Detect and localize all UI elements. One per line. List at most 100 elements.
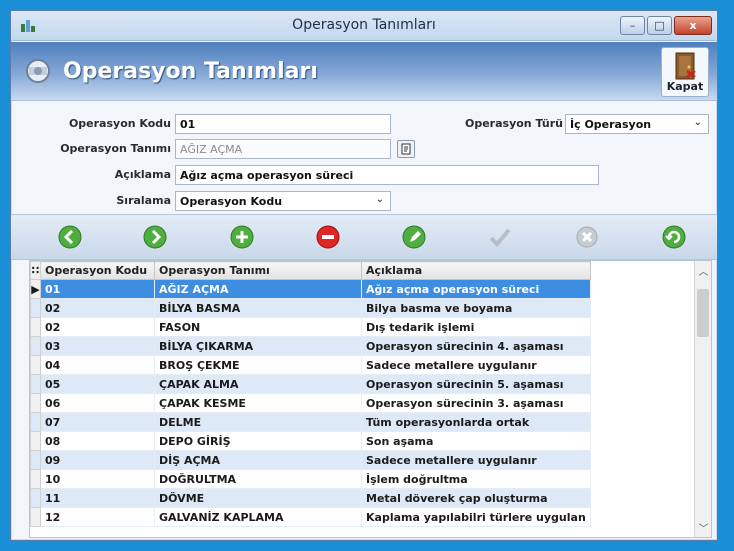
row-indicator[interactable] xyxy=(30,450,41,470)
cell-tanim[interactable]: ÇAPAK KESME xyxy=(154,393,362,413)
cell-aciklama[interactable]: Bilya basma ve boyama xyxy=(361,298,591,318)
cell-kod[interactable]: 01 xyxy=(40,279,155,299)
scroll-down-icon[interactable]: ﹀ xyxy=(695,520,711,535)
tur-select[interactable]: İç Operasyon ⌄ xyxy=(565,114,709,134)
row-indicator[interactable] xyxy=(30,393,41,413)
minimize-button[interactable]: – xyxy=(620,16,645,35)
cell-aciklama[interactable]: Ağız açma operasyon süreci xyxy=(361,279,591,299)
cell-tanim[interactable]: BROŞ ÇEKME xyxy=(154,355,362,375)
row-indicator[interactable] xyxy=(30,412,41,432)
row-indicator[interactable] xyxy=(30,488,41,508)
table-row[interactable]: 12 GALVANİZ KAPLAMA Kaplama yapılabilri tü… xyxy=(30,507,591,527)
row-indicator[interactable] xyxy=(30,317,41,337)
vertical-scrollbar[interactable]: ︿ ﹀ xyxy=(694,261,711,537)
cell-aciklama[interactable]: Dış tedarik işlemi xyxy=(361,317,591,337)
cell-tanim[interactable]: ÇAPAK ALMA xyxy=(154,374,362,394)
column-header-aciklama[interactable]: Açıklama xyxy=(361,261,591,280)
operations-grid: ∷ Operasyon Kodu Operasyon Tanımı Açıkla… xyxy=(29,260,712,538)
tanim-input[interactable]: AĞIZ AÇMA xyxy=(175,139,391,159)
refresh-icon[interactable] xyxy=(661,224,687,250)
table-row[interactable]: 08 DEPO GİRİŞ Son aşama xyxy=(30,431,591,451)
cell-kod[interactable]: 12 xyxy=(40,507,155,527)
maximize-button[interactable]: □ xyxy=(647,16,672,35)
column-header-tanim[interactable]: Operasyon Tanımı xyxy=(154,261,362,280)
cell-aciklama[interactable]: Operasyon sürecinin 5. aşaması xyxy=(361,374,591,394)
row-indicator[interactable] xyxy=(30,469,41,489)
cell-tanim[interactable]: BİLYA BASMA xyxy=(154,298,362,318)
cell-kod[interactable]: 03 xyxy=(40,336,155,356)
table-row[interactable]: 07 DELME Tüm operasyonlarda ortak xyxy=(30,412,591,432)
cell-kod[interactable]: 08 xyxy=(40,431,155,451)
table-row[interactable]: 02 BİLYA BASMA Bilya basma ve boyama xyxy=(30,298,591,318)
table-row[interactable]: 04 BROŞ ÇEKME Sadece metallere uygulanır xyxy=(30,355,591,375)
aciklama-label: Açıklama xyxy=(114,168,171,181)
siralama-select[interactable]: Operasyon Kodu ⌄ xyxy=(175,191,391,211)
cell-tanim[interactable]: GALVANİZ KAPLAMA xyxy=(154,507,362,527)
row-indicator[interactable] xyxy=(30,507,41,527)
save-check-icon[interactable] xyxy=(487,224,513,250)
row-pointer-icon[interactable]: ▶ xyxy=(30,279,41,299)
cell-aciklama[interactable]: Kaplama yapılabilri türlere uygulan xyxy=(361,507,591,527)
table-row[interactable]: 06 ÇAPAK KESME Operasyon sürecinin 3. aşam… xyxy=(30,393,591,413)
cell-aciklama[interactable]: Sadece metallere uygulanır xyxy=(361,355,591,375)
cell-aciklama[interactable]: Operasyon sürecinin 4. aşaması xyxy=(361,336,591,356)
cell-tanim[interactable]: FASON xyxy=(154,317,362,337)
cell-kod[interactable]: 09 xyxy=(40,450,155,470)
cell-kod[interactable]: 11 xyxy=(40,488,155,508)
cell-aciklama[interactable]: Tüm operasyonlarda ortak xyxy=(361,412,591,432)
delete-icon[interactable] xyxy=(315,224,341,250)
cell-tanim[interactable]: DÖVME xyxy=(154,488,362,508)
next-record-icon[interactable] xyxy=(142,224,168,250)
edit-translation-button[interactable] xyxy=(397,140,415,158)
cell-aciklama[interactable]: Operasyon sürecinin 3. aşaması xyxy=(361,393,591,413)
cell-tanim[interactable]: DELME xyxy=(154,412,362,432)
scroll-up-icon[interactable]: ︿ xyxy=(695,263,711,278)
row-indicator[interactable] xyxy=(30,374,41,394)
column-header-kod[interactable]: Operasyon Kodu xyxy=(40,261,155,280)
cell-tanim[interactable]: DOĞRULTMA xyxy=(154,469,362,489)
row-indicator[interactable] xyxy=(30,431,41,451)
cell-kod[interactable]: 02 xyxy=(40,298,155,318)
exit-door-icon xyxy=(675,52,696,80)
row-indicator[interactable] xyxy=(30,355,41,375)
table-row[interactable]: ▶ 01 AĞIZ AÇMA Ağız açma operasyon süreci xyxy=(30,279,591,299)
table-row[interactable]: 02 FASON Dış tedarik işlemi xyxy=(30,317,591,337)
row-indicator[interactable] xyxy=(30,298,41,318)
cell-tanim[interactable]: DİŞ AÇMA xyxy=(154,450,362,470)
cell-tanim[interactable]: DEPO GİRİŞ xyxy=(154,431,362,451)
previous-record-icon[interactable] xyxy=(57,224,83,250)
cell-kod[interactable]: 06 xyxy=(40,393,155,413)
row-indicator[interactable] xyxy=(30,336,41,356)
cell-aciklama[interactable]: İşlem doğrultma xyxy=(361,469,591,489)
cell-tanim[interactable]: BİLYA ÇIKARMA xyxy=(154,336,362,356)
cell-kod[interactable]: 07 xyxy=(40,412,155,432)
cell-aciklama[interactable]: Metal döverek çap oluşturma xyxy=(361,488,591,508)
table-row[interactable]: 10 DOĞRULTMA İşlem doğrultma xyxy=(30,469,591,489)
kod-input[interactable]: 01 xyxy=(175,114,391,134)
aciklama-input[interactable]: Ağız açma operasyon süreci xyxy=(175,165,599,185)
kapat-label: Kapat xyxy=(666,80,704,93)
cell-aciklama[interactable]: Son aşama xyxy=(361,431,591,451)
title-bar[interactable]: Operasyon Tanımları – □ x xyxy=(11,11,717,41)
cancel-icon[interactable] xyxy=(574,224,600,250)
table-row[interactable]: 05 ÇAPAK ALMA Operasyon sürecinin 5. aşama… xyxy=(30,374,591,394)
cell-kod[interactable]: 04 xyxy=(40,355,155,375)
close-button[interactable]: x xyxy=(674,16,712,35)
table-row[interactable]: 11 DÖVME Metal döverek çap oluşturma xyxy=(30,488,591,508)
tur-label: Operasyon Türü xyxy=(464,117,563,130)
cell-kod[interactable]: 02 xyxy=(40,317,155,337)
edit-icon[interactable] xyxy=(401,224,427,250)
kapat-button[interactable]: Kapat xyxy=(661,47,709,97)
table-row[interactable]: 03 BİLYA ÇIKARMA Operasyon sürecinin 4. aş… xyxy=(30,336,591,356)
cell-aciklama[interactable]: Sadece metallere uygulanır xyxy=(361,450,591,470)
main-window: Operasyon Tanımları – □ x Operasyon Tanı… xyxy=(10,10,718,541)
cell-tanim[interactable]: AĞIZ AÇMA xyxy=(154,279,362,299)
tur-value: İç Operasyon xyxy=(570,118,652,131)
table-row[interactable]: 09 DİŞ AÇMA Sadece metallere uygulanır xyxy=(30,450,591,470)
cell-kod[interactable]: 05 xyxy=(40,374,155,394)
operations-icon xyxy=(26,59,50,83)
operations-table: ∷ Operasyon Kodu Operasyon Tanımı Açıkla… xyxy=(30,261,591,527)
add-icon[interactable] xyxy=(229,224,255,250)
cell-kod[interactable]: 10 xyxy=(40,469,155,489)
scroll-thumb[interactable] xyxy=(697,289,709,337)
